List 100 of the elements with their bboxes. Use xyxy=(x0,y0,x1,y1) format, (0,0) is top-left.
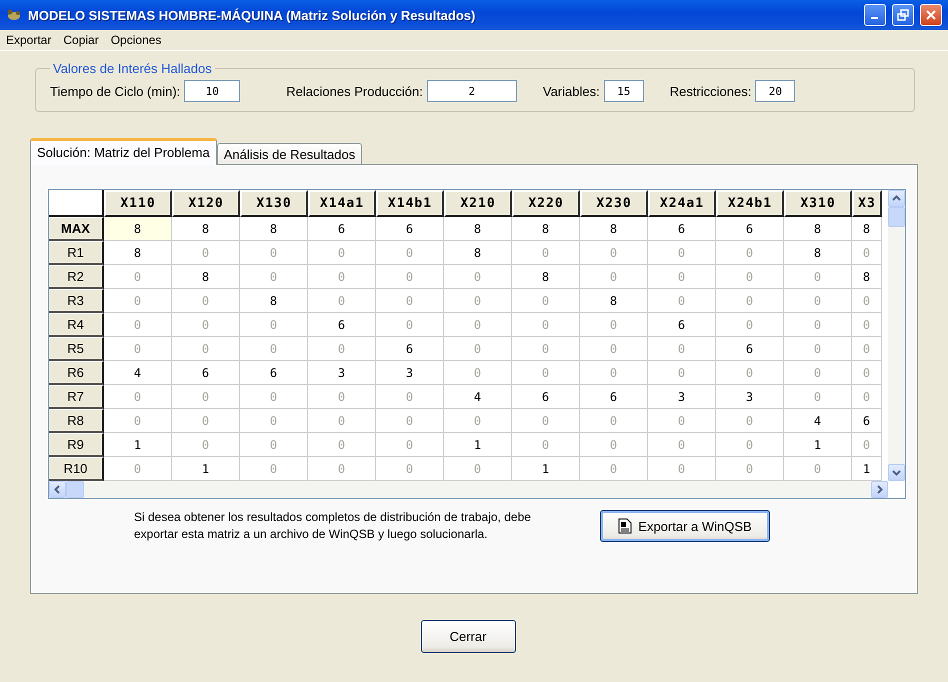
table-cell: 0 xyxy=(172,241,240,265)
table-cell: 1 xyxy=(852,457,882,481)
table-cell: 6 xyxy=(172,361,240,385)
column-header[interactable]: X130 xyxy=(240,190,308,217)
table-cell: 0 xyxy=(104,457,172,481)
tab[interactable]: Solución: Matriz del Problema xyxy=(30,138,217,165)
table-cell: 0 xyxy=(852,433,882,457)
export-button[interactable]: Exportar a WinQSB xyxy=(600,510,770,542)
table-cell: 0 xyxy=(512,361,580,385)
row-header: R3 xyxy=(49,289,104,313)
column-header[interactable]: X110 xyxy=(104,190,172,217)
table-cell: 0 xyxy=(716,409,784,433)
table-cell: 0 xyxy=(580,433,648,457)
table-cell: 8 xyxy=(172,265,240,289)
column-header[interactable]: X220 xyxy=(512,190,580,217)
table-cell: 0 xyxy=(716,433,784,457)
table-cell: 0 xyxy=(444,361,512,385)
table-cell: 0 xyxy=(580,337,648,361)
row-header: R9 xyxy=(49,433,104,457)
table-cell: 0 xyxy=(376,241,444,265)
table-cell: 6 xyxy=(376,337,444,361)
column-header[interactable]: X14b1 xyxy=(376,190,444,217)
menu-item[interactable]: Copiar xyxy=(63,33,99,47)
menu-item[interactable]: Exportar xyxy=(6,33,52,47)
horizontal-scrollbar[interactable] xyxy=(49,481,888,498)
table-cell: 0 xyxy=(512,313,580,337)
table-cell: 0 xyxy=(172,313,240,337)
table-cell: 6 xyxy=(852,409,882,433)
field-label: Tiempo de Ciclo (min): xyxy=(50,84,180,98)
table-cell: 0 xyxy=(376,433,444,457)
table-cell: 0 xyxy=(308,433,376,457)
column-header[interactable]: X14a1 xyxy=(308,190,376,217)
row-header: MAX xyxy=(49,217,104,241)
table-cell: 1 xyxy=(172,457,240,481)
table-cell: 0 xyxy=(580,241,648,265)
table-cell: 0 xyxy=(512,241,580,265)
close-button[interactable] xyxy=(920,4,942,26)
table-cell: 0 xyxy=(172,385,240,409)
value-field[interactable]: 15 xyxy=(604,80,644,102)
table-cell: 0 xyxy=(308,409,376,433)
table-cell: 6 xyxy=(580,385,648,409)
tab[interactable]: Análisis de Resultados xyxy=(216,143,362,164)
column-header[interactable]: X24a1 xyxy=(648,190,716,217)
table-cell: 0 xyxy=(784,361,852,385)
field-label: Restricciones: xyxy=(670,84,752,98)
column-header[interactable]: X230 xyxy=(580,190,648,217)
table-cell: 0 xyxy=(240,385,308,409)
table-cell: 0 xyxy=(648,433,716,457)
table-cell: 0 xyxy=(784,385,852,409)
close-dialog-button[interactable]: Cerrar xyxy=(420,620,516,653)
table-cell: 0 xyxy=(716,289,784,313)
table-cell: 0 xyxy=(240,457,308,481)
table-cell: 0 xyxy=(580,409,648,433)
document-icon xyxy=(618,518,632,534)
menu-item[interactable]: Opciones xyxy=(110,33,162,47)
table-cell: 0 xyxy=(444,457,512,481)
table-cell: 4 xyxy=(444,385,512,409)
scrollbar-thumb[interactable] xyxy=(888,207,905,227)
scrollbar-thumb[interactable] xyxy=(66,481,84,498)
table-cell: 8 xyxy=(580,217,648,241)
table-cell: 1 xyxy=(784,433,852,457)
value-field[interactable]: 2 xyxy=(426,80,517,102)
minimize-button[interactable] xyxy=(864,4,886,26)
table-cell: 0 xyxy=(376,265,444,289)
table-cell: 1 xyxy=(444,433,512,457)
table-cell: 0 xyxy=(648,265,716,289)
table-cell: 0 xyxy=(444,265,512,289)
column-header[interactable]: X120 xyxy=(172,190,240,217)
table-cell: 0 xyxy=(444,289,512,313)
column-header[interactable]: X210 xyxy=(444,190,512,217)
app-icon xyxy=(6,8,22,22)
table-cell: 0 xyxy=(376,457,444,481)
table-cell: 3 xyxy=(648,385,716,409)
table-cell: 0 xyxy=(852,289,882,313)
column-header[interactable]: X3 xyxy=(852,190,882,217)
column-header[interactable]: X310 xyxy=(784,190,852,217)
value-field[interactable]: 10 xyxy=(184,80,240,102)
table-cell: 6 xyxy=(648,217,716,241)
table-cell: 0 xyxy=(308,385,376,409)
table-cell: 0 xyxy=(376,409,444,433)
table-cell: 0 xyxy=(852,313,882,337)
row-header: R6 xyxy=(49,361,104,385)
table-cell: 0 xyxy=(648,337,716,361)
table-cell: 3 xyxy=(376,361,444,385)
table-cell: 0 xyxy=(852,361,882,385)
vertical-scrollbar[interactable] xyxy=(888,190,905,481)
table-cell: 0 xyxy=(512,409,580,433)
table-cell: 0 xyxy=(512,289,580,313)
restore-button[interactable] xyxy=(892,4,914,26)
table-cell: 0 xyxy=(648,409,716,433)
column-header[interactable]: X24b1 xyxy=(716,190,784,217)
row-header: R2 xyxy=(49,265,104,289)
export-note: Si desea obtener los resultados completos de distribución de trabajo, debe exportar esta matriz a un archivo de WinQSB y luego solucionarla. xyxy=(134,509,532,543)
table-cell: 0 xyxy=(648,457,716,481)
value-field[interactable]: 20 xyxy=(755,80,796,102)
table-cell: 0 xyxy=(784,265,852,289)
table-cell: 0 xyxy=(104,289,172,313)
table-cell: 0 xyxy=(512,433,580,457)
table-cell: 0 xyxy=(716,265,784,289)
table-cell: 0 xyxy=(308,265,376,289)
